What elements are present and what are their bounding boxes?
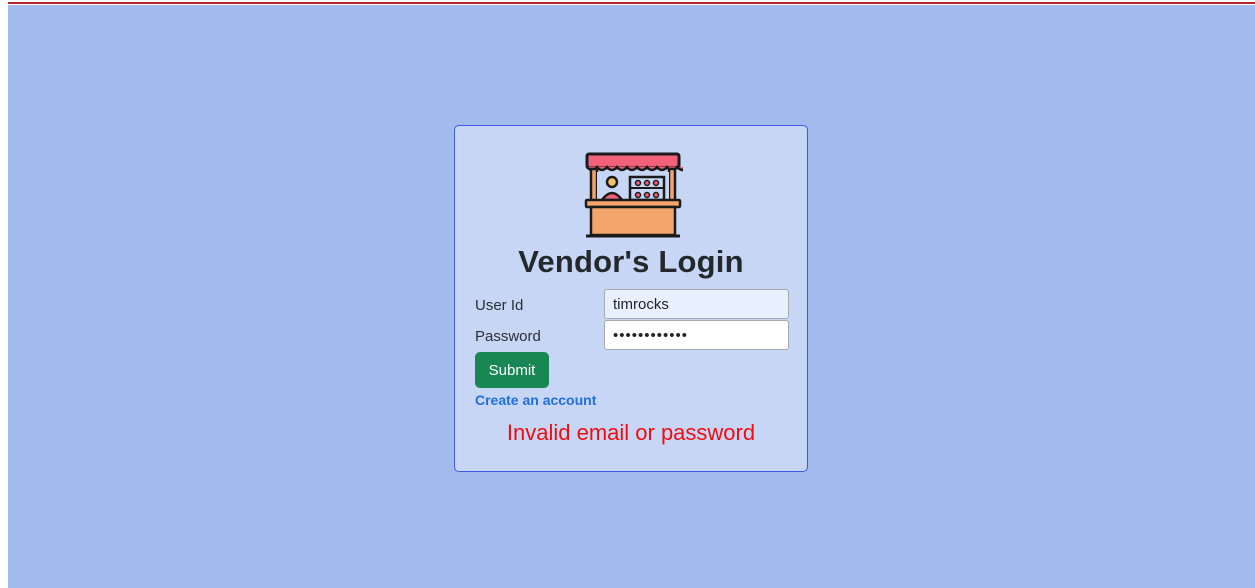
create-account-link[interactable]: Create an account (475, 392, 596, 408)
user-id-label: User Id (475, 297, 524, 314)
login-card: Vendor's Login User Id Password Submit C… (454, 125, 808, 472)
page-title: Vendor's Login (518, 244, 744, 279)
password-label: Password (475, 328, 541, 345)
submit-button[interactable]: Submit (475, 352, 549, 388)
error-message: Invalid email or password (506, 420, 756, 445)
password-input[interactable] (604, 320, 789, 350)
user-id-input[interactable] (604, 289, 789, 319)
vendor-stall-icon (584, 152, 683, 238)
top-accent-line (8, 2, 1255, 4)
